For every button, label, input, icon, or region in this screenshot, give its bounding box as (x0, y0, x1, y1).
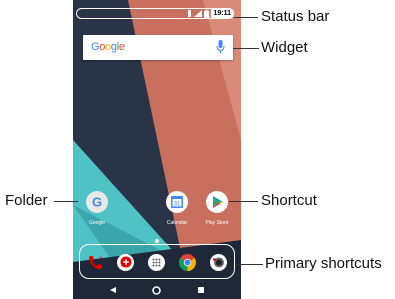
app-drawer-icon[interactable] (148, 254, 165, 271)
shortcut-callout: Shortcut (261, 192, 317, 209)
calendar-label: Calendar (166, 220, 188, 226)
chrome-icon[interactable] (179, 254, 196, 271)
navigation-bar (73, 282, 241, 299)
widget-callout: Widget (261, 39, 308, 56)
phone-icon[interactable]: + (87, 254, 104, 271)
status-bar-callout-line (234, 17, 258, 18)
signal-icon (194, 10, 203, 17)
page-indicator (155, 239, 159, 243)
shortcut-calendar[interactable]: 31 Calendar (157, 191, 197, 227)
primary-shortcuts-callout-line (236, 264, 263, 265)
calendar-date: 31 (174, 201, 181, 207)
recents-icon[interactable] (197, 286, 205, 294)
svg-text:G: G (92, 195, 102, 210)
google-logo: Google (91, 41, 125, 53)
folder-callout: Folder (5, 192, 48, 209)
play-store-icon (206, 191, 228, 213)
battery-icon (204, 9, 210, 18)
google-folder-icon: G (86, 191, 108, 213)
status-time: 19:11 (211, 9, 233, 18)
home-icon[interactable] (152, 286, 161, 295)
status-bar-callout: Status bar (261, 8, 330, 25)
primary-shortcuts-dock: + (79, 244, 235, 279)
play-store-label: Play Store (205, 220, 229, 226)
status-bar: 19:11 (73, 0, 241, 20)
shortcut-play-store[interactable]: Play Store (197, 191, 237, 227)
phone-screen: 19:11 Google G Google 31 Calendar Play S… (73, 0, 241, 299)
shortcut-callout-line (229, 201, 258, 202)
folder-google[interactable]: G Google (77, 191, 117, 227)
calendar-icon: 31 (166, 191, 188, 213)
mic-icon[interactable] (216, 40, 225, 54)
messages-icon[interactable] (117, 254, 134, 271)
svg-text:+: + (99, 256, 103, 262)
vibrate-icon (188, 10, 192, 17)
folder-callout-line (54, 201, 78, 202)
widget-callout-line (233, 48, 259, 49)
primary-shortcuts-callout: Primary shortcuts (265, 255, 382, 272)
google-search-widget[interactable]: Google (83, 35, 233, 60)
back-icon[interactable] (109, 286, 117, 294)
status-icons: 19:11 (187, 9, 233, 18)
folder-label: Google (88, 220, 106, 226)
camera-icon[interactable] (210, 254, 227, 271)
